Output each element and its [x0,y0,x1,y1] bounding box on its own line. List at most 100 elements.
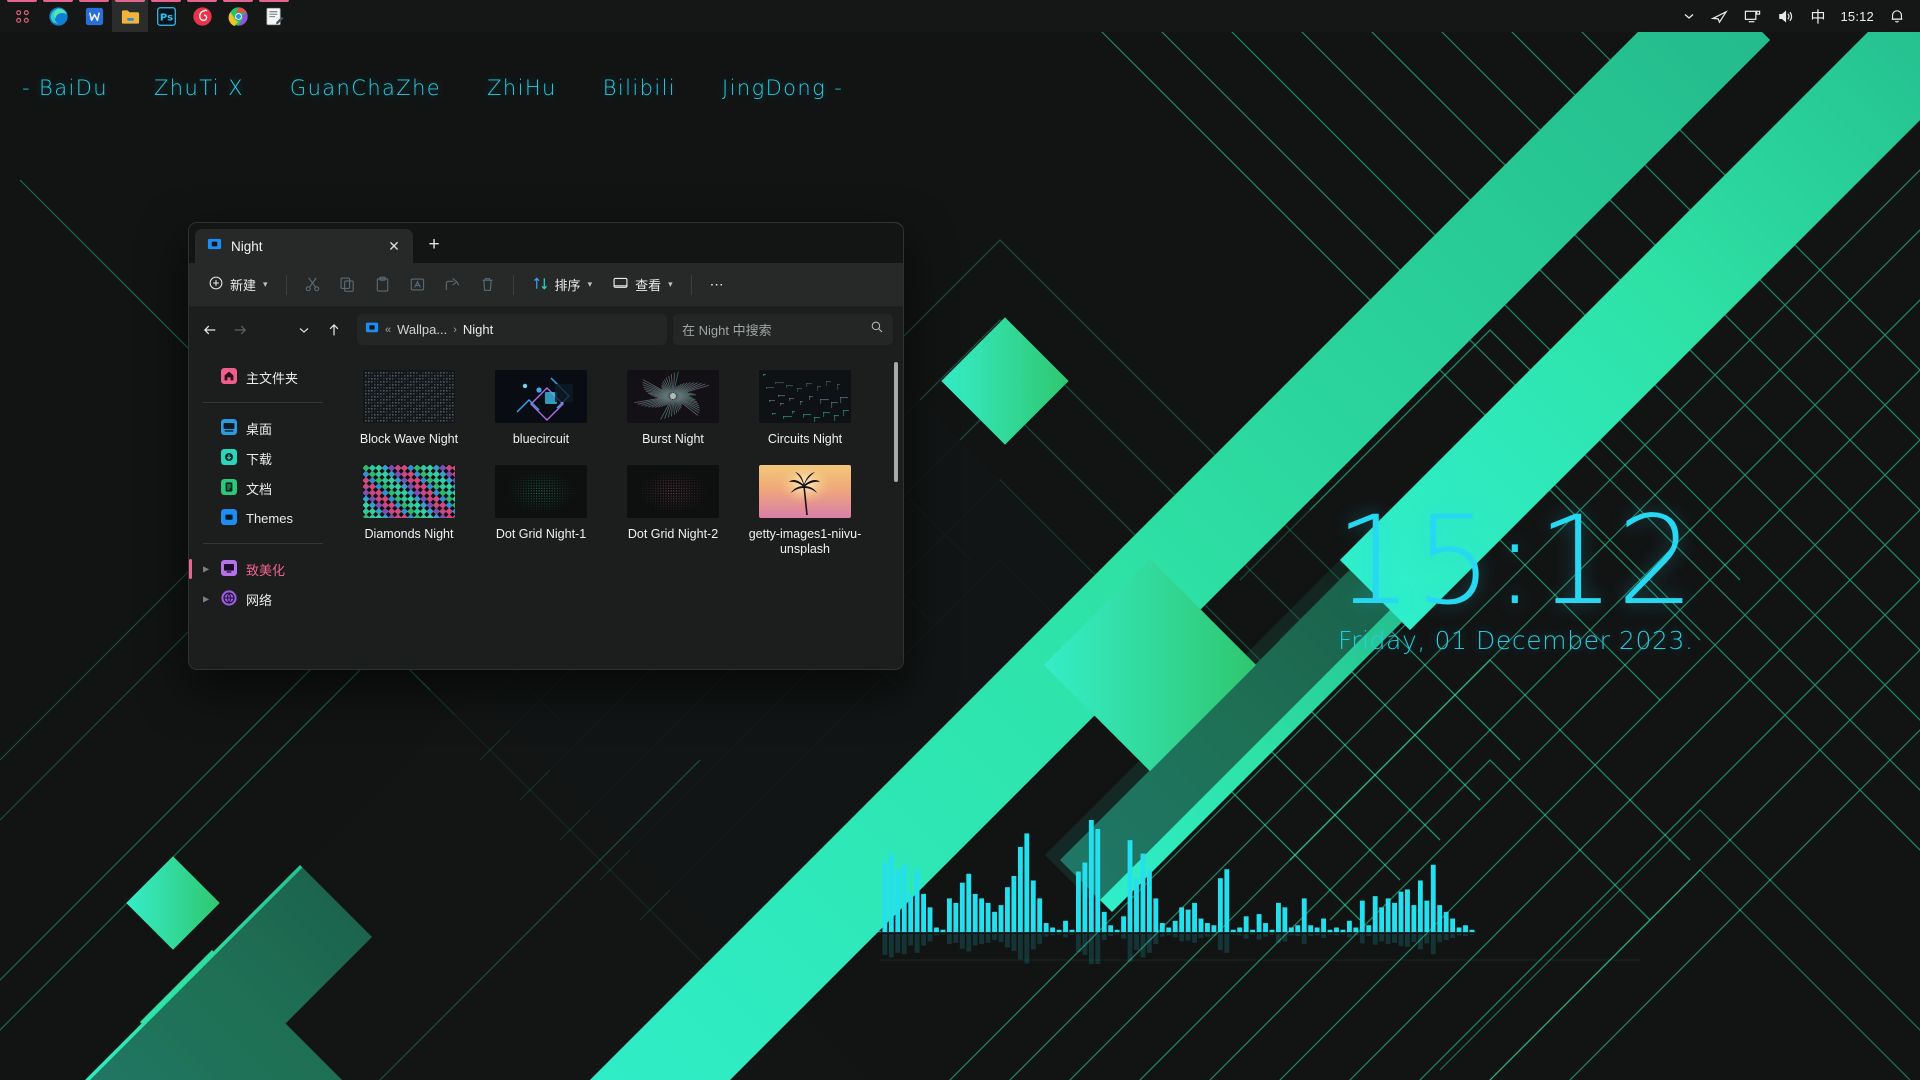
file-item[interactable]: getty-images1-niivu-unsplash [739,459,871,565]
sidebar-item-致美化[interactable]: ▶ 致美化 [189,554,329,584]
sort-button[interactable]: 排序 ▾ [523,269,602,300]
network-icon[interactable] [1704,0,1735,32]
home-icon [221,367,237,387]
share-icon[interactable] [436,269,469,300]
cut-icon[interactable] [296,269,329,300]
address-bar: « Wallpa... › Night 在 Night 中搜索 [189,307,903,352]
taskbar-active-indicator [151,0,181,2]
sidebar-item-桌面[interactable]: 桌面 [201,413,329,443]
desktop-link-1[interactable]: ZhuTi X [154,76,244,100]
sidebar-item-themes[interactable]: Themes [201,503,329,533]
audio-spectrum-visualizer [876,820,1476,980]
sidebar-item-下载[interactable]: 下载 [201,443,329,473]
new-button[interactable]: 新建 ▾ [199,269,277,300]
file-thumbnail [363,464,455,518]
taskbar-wps-writer-icon[interactable] [76,0,112,32]
svg-text:Ps: Ps [159,12,172,23]
more-options-button[interactable]: ⋯ [701,269,735,300]
taskbar-active-indicator [115,0,145,2]
breadcrumb-folder-icon [365,320,379,339]
sidebar-item-主文件夹[interactable]: 主文件夹 [201,362,329,392]
file-item[interactable]: Burst Night [607,364,739,455]
file-name: Dot Grid Night-1 [495,526,587,541]
desktop-link-4[interactable]: Bilibili [603,76,676,100]
taskbar-netease-music-icon[interactable] [184,0,220,32]
search-input[interactable]: 在 Night 中搜索 [673,314,893,345]
view-button[interactable]: 查看 ▾ [603,269,682,300]
chevron-right-icon[interactable]: ▶ [203,595,209,604]
display-cast-icon[interactable] [1737,0,1768,32]
copy-icon[interactable] [331,269,364,300]
tab-close-icon[interactable]: ✕ [383,235,405,257]
file-item[interactable]: Diamonds Night [343,459,475,565]
nav-divider [203,402,323,403]
vertical-scrollbar[interactable] [894,362,898,482]
sidebar-item-label: 桌面 [246,421,273,437]
sidebar-item-文档[interactable]: 文档 [201,473,329,503]
file-thumbnail [495,464,587,518]
tab-label: Night [231,238,263,254]
file-item[interactable]: Block Wave Night [343,364,475,455]
taskbar-active-indicator [79,0,109,2]
file-name: Dot Grid Night-2 [627,526,719,541]
up-button[interactable] [319,315,349,345]
desktop-link-0[interactable]: - BaiDu [22,76,108,100]
taskbar-photoshop-icon[interactable]: Ps [148,0,184,32]
paste-icon[interactable] [366,269,399,300]
sidebar-item-label: Themes [246,510,293,526]
tab-night[interactable]: Night ✕ [195,229,413,263]
back-button[interactable] [195,315,225,345]
forward-button[interactable] [225,315,255,345]
file-thumbnail [759,370,851,423]
sidebar-item-label: 网络 [246,592,273,608]
file-item[interactable]: Dot Grid Night-2 [607,459,739,565]
file-explorer-window[interactable]: Night ✕ + 新建 ▾ 排序 ▾ 查看 ▾ ⋯ « Wallpa... ›… [188,222,904,670]
system-tray: 中 15:12 [1676,0,1920,32]
taskbar-active-indicator [223,0,253,2]
downloads-icon [221,448,237,468]
taskbar-chrome-like-icon[interactable] [220,0,256,32]
explorer-body: 主文件夹 桌面 下载 文档 Themes ▶ 致美化 ▶ 网络 Block Wave Night… [189,352,903,669]
breadcrumb-overflow[interactable]: « [385,324,391,336]
breadcrumb[interactable]: « Wallpa... › Night [357,314,667,345]
ime-indicator[interactable]: 中 [1803,0,1832,32]
toolbar-divider-2 [512,274,514,295]
network-icon [221,589,237,609]
file-item[interactable]: bluecircuit [475,364,607,455]
file-list-pane[interactable]: Block Wave Night bluecircuit Burst Night Ci… [337,352,903,669]
desktop-link-2[interactable]: GuanChaZhe [290,76,441,100]
visualizer-bars [876,820,1476,964]
file-name: bluecircuit [512,432,570,446]
file-item[interactable]: Dot Grid Night-1 [475,459,607,565]
folder-icon [221,508,237,528]
navigation-pane: 主文件夹 桌面 下载 文档 Themes ▶ 致美化 ▶ 网络 [189,352,337,669]
rename-icon[interactable] [401,269,434,300]
file-item[interactable]: Circuits Night [739,364,871,455]
breadcrumb-parent[interactable]: Wallpa... [397,322,447,337]
taskbar-file-explorer-icon[interactable] [112,0,148,32]
taskbar-notepad-icon[interactable] [256,0,292,32]
chevron-right-icon[interactable]: ▶ [203,565,209,574]
search-icon[interactable] [870,320,884,339]
file-thumbnail [627,464,719,518]
taskbar-clock[interactable]: 15:12 [1834,0,1880,32]
sidebar-item-网络[interactable]: ▶ 网络 [201,584,329,614]
chevron-down-icon: ▾ [587,279,593,289]
breadcrumb-current[interactable]: Night [463,322,493,337]
taskbar-pinned-apps: Ps [0,0,292,32]
taskbar-cluster-dots-icon[interactable] [4,0,40,32]
recent-locations-dropdown[interactable] [289,315,319,345]
taskbar-microsoft-edge-icon[interactable] [40,0,76,32]
delete-icon[interactable] [471,269,504,300]
thispc-icon [221,559,237,579]
notifications-bell-icon[interactable] [1882,0,1912,32]
desktop-link-3[interactable]: ZhiHu [487,76,557,100]
volume-icon[interactable] [1770,0,1801,32]
file-thumbnail [495,370,587,423]
tray-expand-chevron-icon[interactable] [1676,0,1702,32]
view-layout-icon [612,275,629,295]
nav-divider [203,543,323,544]
new-tab-button[interactable]: + [419,230,449,260]
breadcrumb-separator: › [453,323,457,336]
desktop-link-5[interactable]: JingDong - [722,76,843,100]
